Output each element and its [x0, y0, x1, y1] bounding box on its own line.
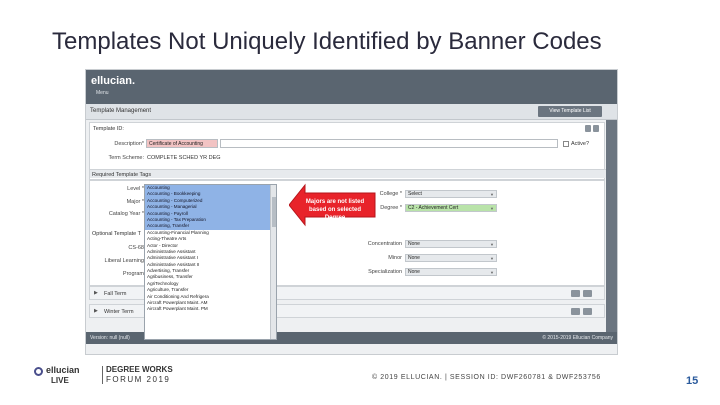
degree-works-word: DEGREE WORKS	[106, 365, 173, 374]
concentration-value: None	[408, 241, 420, 247]
term-scheme-value: COMPLETE SCHED YR DEG	[147, 155, 221, 161]
add-icon[interactable]	[583, 290, 592, 297]
view-template-list-button[interactable]: View Template List	[538, 106, 602, 117]
catalog-year-label: Catalog Year *	[108, 211, 144, 217]
side-rail	[606, 120, 617, 332]
page-number: 15	[686, 375, 699, 387]
expand-icon[interactable]: ▶	[94, 290, 98, 296]
chevron-down-icon: ▼	[490, 256, 494, 261]
description-label: Description*	[114, 141, 144, 147]
slide-title: Templates Not Uniquely Identified by Ban…	[52, 28, 602, 55]
save-icon[interactable]	[585, 125, 591, 132]
level-label: Level *	[127, 186, 144, 192]
required-tags-header: Required Template Tags	[90, 169, 606, 178]
description-input[interactable]: Certificate of Accounting	[146, 139, 218, 148]
live-word: LIVE	[51, 376, 69, 385]
specialization-value: None	[408, 269, 420, 275]
app-screenshot: ellucian. Menu Template Management View …	[85, 69, 618, 355]
chevron-down-icon: ▼	[490, 192, 494, 197]
term-scheme-label: Term Scheme:	[108, 155, 144, 161]
template-id-label: Template ID:	[93, 126, 124, 132]
specialization-select[interactable]: None ▼	[405, 268, 497, 276]
minor-select[interactable]: None ▼	[405, 254, 497, 262]
optional-tags-label: Optional Template T	[92, 231, 142, 237]
scrollbar-thumb[interactable]	[272, 197, 276, 227]
college-value: Select	[408, 191, 422, 197]
scrollbar[interactable]	[270, 185, 276, 339]
app-header: ellucian. Menu	[86, 70, 617, 104]
fall-term-label: Fall Term	[104, 291, 127, 297]
session-footer: © 2019 ELLUCIAN. | SESSION ID: DWF260781…	[372, 374, 601, 381]
expand-icon[interactable]: ▶	[94, 308, 98, 314]
concentration-select[interactable]: None ▼	[405, 240, 497, 248]
winter-term-label: Winter Term	[104, 309, 134, 315]
forum-word: FORUM 2019	[106, 375, 171, 384]
liberal-learning-label: Liberal Learning	[104, 258, 144, 264]
major-label: Major *	[126, 199, 144, 205]
ellucian-mark-icon	[34, 367, 43, 376]
active-checkbox[interactable]	[563, 141, 569, 147]
cs-label: CS-68	[128, 245, 144, 251]
copy-icon[interactable]	[593, 125, 599, 132]
minor-label: Minor	[388, 255, 402, 261]
logo-divider	[102, 366, 103, 384]
major-dropdown-list[interactable]: Accounting Accounting - Bookkeeping Accoun…	[144, 184, 277, 340]
concentration-label: Concentration	[367, 241, 402, 247]
college-select[interactable]: Select ▼	[405, 190, 497, 198]
page-title: Template Management	[90, 108, 152, 114]
template-info-panel: Template ID: Description* Certificate of…	[89, 122, 606, 180]
program-label: Program	[122, 271, 144, 277]
minor-value: None	[408, 255, 420, 261]
add-icon[interactable]	[583, 308, 592, 315]
copyright-text: © 2015-2019 Ellucian Company	[542, 335, 613, 341]
chevron-down-icon: ▼	[490, 242, 494, 247]
major-option[interactable]: Aircraft Powerplant Maint. PM	[145, 306, 276, 312]
ellucian-word: ellucian	[46, 365, 80, 375]
callout-text: Majors are not listed based on selected …	[305, 199, 365, 221]
chevron-down-icon: ▼	[490, 270, 494, 275]
degree-value: C2 - Achievement Cert	[408, 205, 459, 211]
minimize-icon[interactable]	[571, 308, 580, 315]
specialization-label: Specialization	[368, 269, 402, 275]
chevron-down-icon: ▼	[490, 206, 494, 211]
description-input-extension[interactable]	[220, 139, 558, 148]
minimize-icon[interactable]	[571, 290, 580, 297]
menu-link[interactable]: Menu	[96, 90, 109, 96]
active-label: Active?	[571, 141, 590, 147]
degree-select[interactable]: C2 - Achievement Cert ▼	[405, 204, 497, 212]
ellucian-logo: ellucian.	[91, 75, 136, 87]
page-title-bar: Template Management View Template List	[86, 104, 617, 120]
version-text: Version: null (null)	[90, 335, 130, 341]
required-tags-label: Required Template Tags	[92, 172, 152, 178]
